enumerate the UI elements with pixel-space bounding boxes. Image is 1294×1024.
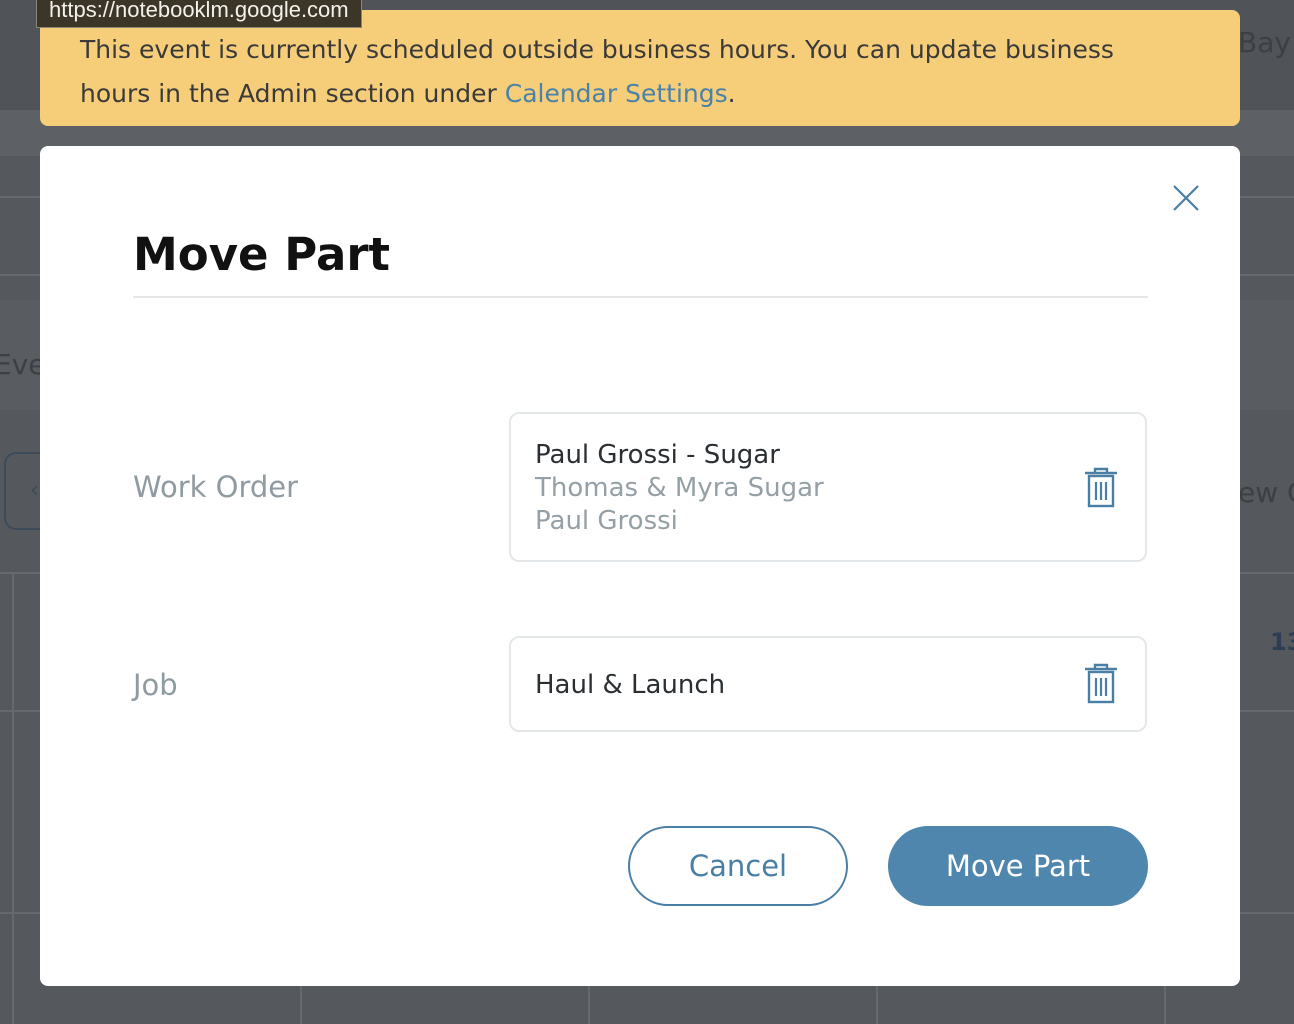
job-label: Job xyxy=(133,668,178,702)
close-icon xyxy=(1173,185,1199,211)
work-order-contact: Paul Grossi xyxy=(535,506,678,536)
work-order-field[interactable]: Paul Grossi - Sugar Thomas & Myra Sugar … xyxy=(509,412,1147,562)
trash-icon xyxy=(1085,467,1117,508)
background-divider xyxy=(876,986,878,1024)
work-order-label: Work Order xyxy=(133,470,299,504)
work-order-customer: Thomas & Myra Sugar xyxy=(535,473,824,503)
warning-text-line-1: This event is currently scheduled outsid… xyxy=(80,35,1114,64)
title-divider xyxy=(133,296,1148,298)
trash-icon xyxy=(1085,663,1117,704)
move-part-modal: Move Part Work Order Paul Grossi - Sugar… xyxy=(40,146,1240,986)
remove-work-order-button[interactable] xyxy=(1081,466,1121,510)
modal-title: Move Part xyxy=(133,228,391,281)
background-bay-text: Bay xyxy=(1238,26,1291,59)
chevron-left-icon: ‹ xyxy=(30,478,39,503)
warning-text-prefix: hours in the Admin section under xyxy=(80,79,505,108)
background-divider xyxy=(1164,986,1166,1024)
work-order-title: Paul Grossi - Sugar xyxy=(535,440,780,470)
move-part-button[interactable]: Move Part xyxy=(888,826,1148,906)
job-value: Haul & Launch xyxy=(535,670,726,700)
warning-text-line-2: hours in the Admin section under Calenda… xyxy=(80,72,1200,116)
background-events-text: Eve xyxy=(0,348,46,381)
close-button[interactable] xyxy=(1160,172,1212,224)
background-date-number: 13 xyxy=(1270,628,1294,656)
remove-job-button[interactable] xyxy=(1081,662,1121,706)
background-divider xyxy=(12,572,14,1024)
url-tooltip: https://notebooklm.google.com xyxy=(36,0,362,28)
background-view-text: ew C xyxy=(1238,476,1294,509)
background-divider xyxy=(300,986,302,1024)
warning-text-suffix: . xyxy=(727,79,736,108)
calendar-settings-link[interactable]: Calendar Settings xyxy=(505,79,728,108)
background-divider xyxy=(588,986,590,1024)
cancel-button[interactable]: Cancel xyxy=(628,826,848,906)
job-field[interactable]: Haul & Launch xyxy=(509,636,1147,732)
